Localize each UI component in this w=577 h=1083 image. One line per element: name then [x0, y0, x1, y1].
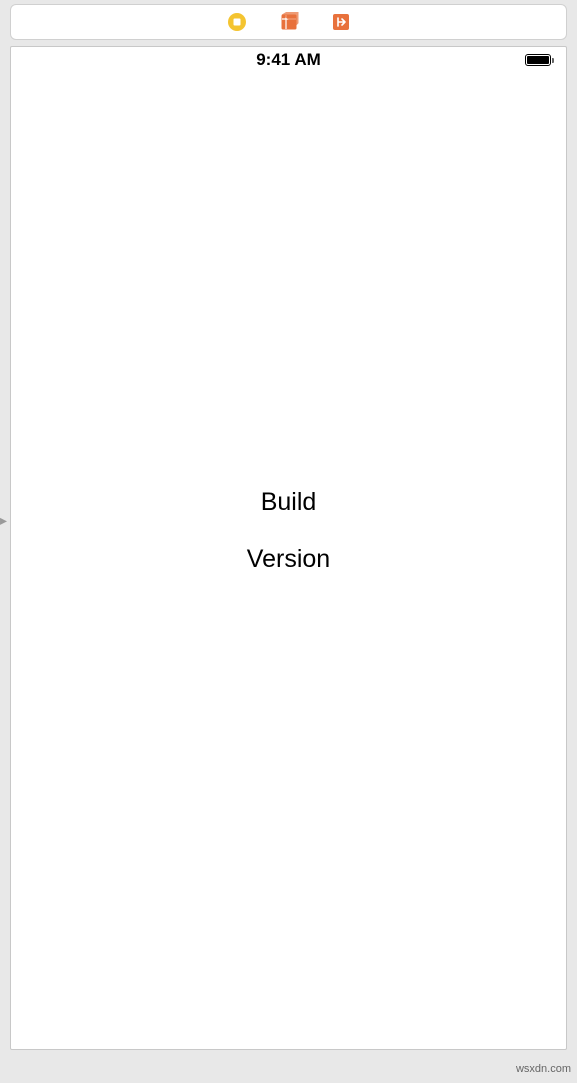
exit-icon — [331, 12, 351, 32]
watermark: wsxdn.com — [516, 1063, 571, 1075]
exit-button[interactable] — [331, 12, 351, 32]
xcode-toolbar — [10, 4, 567, 40]
build-label[interactable]: Build — [261, 488, 317, 517]
stop-icon — [227, 12, 247, 32]
ios-simulator-canvas: 9:41 AM Build Version — [10, 46, 567, 1050]
canvas-nav-arrow: ▸ — [0, 512, 7, 529]
main-content: Build Version — [11, 43, 566, 1019]
objects-library-button[interactable] — [279, 12, 299, 32]
objects-library-icon — [279, 12, 299, 32]
version-label[interactable]: Version — [247, 545, 330, 574]
stop-button[interactable] — [227, 12, 247, 32]
